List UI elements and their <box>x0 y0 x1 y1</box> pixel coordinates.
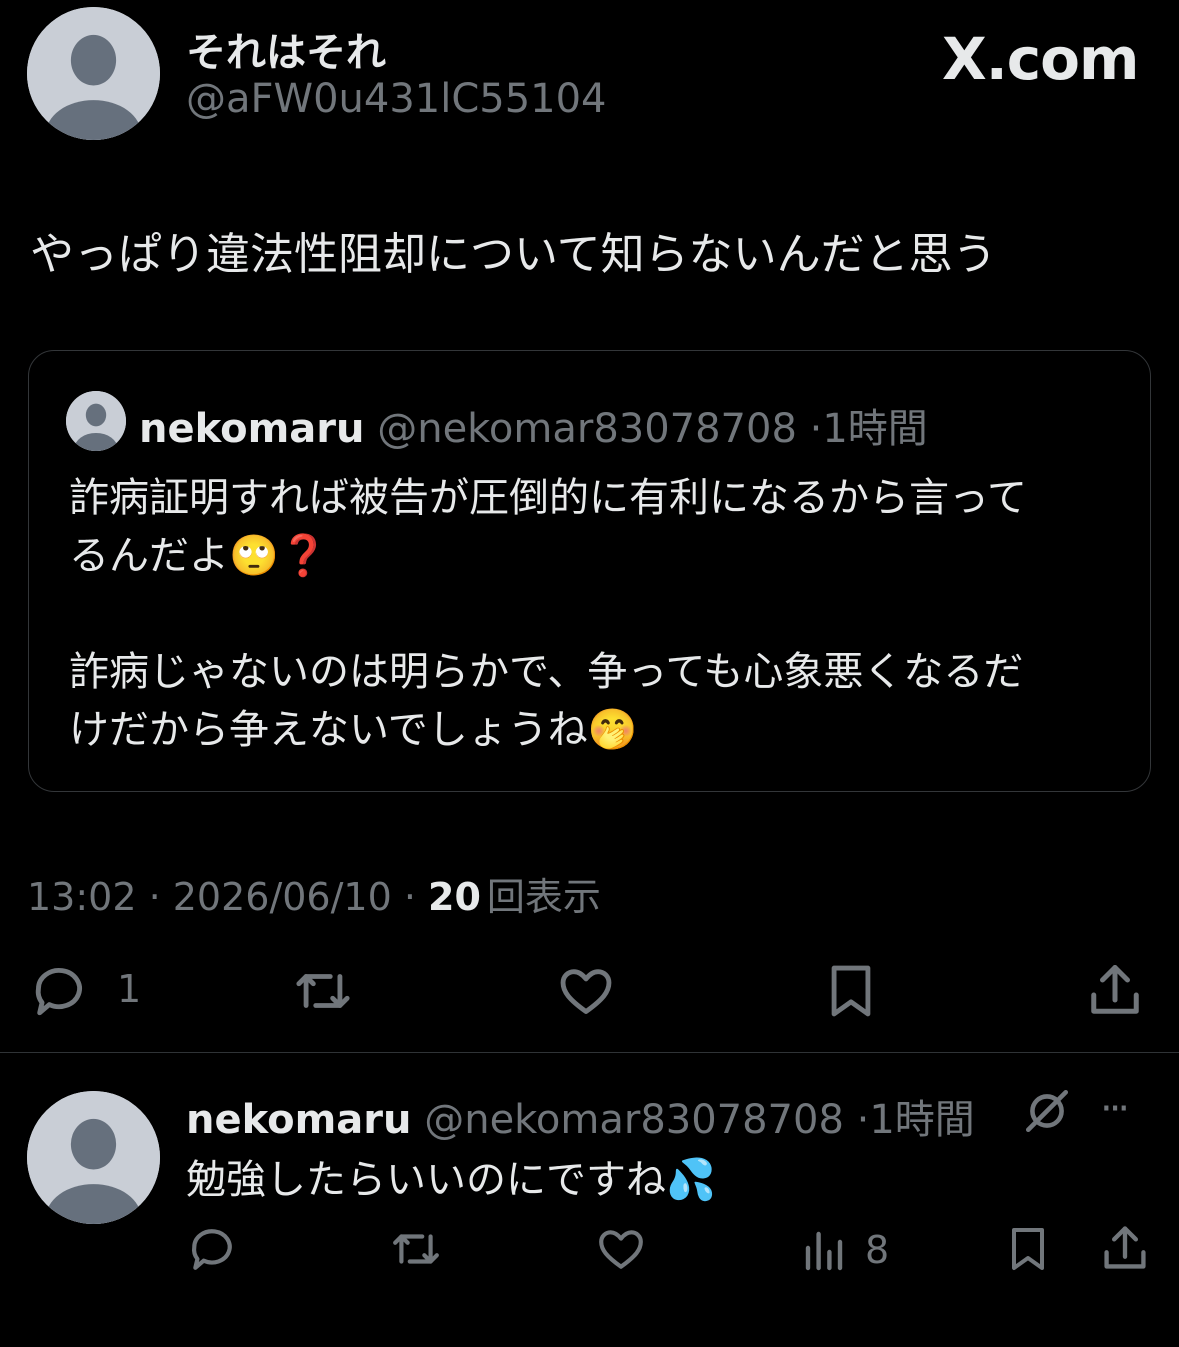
quoted-author-display-name[interactable]: nekomaru <box>139 406 365 452</box>
quoted-timestamp[interactable]: ·1時間 <box>810 406 928 452</box>
reply-share-button[interactable] <box>1099 1222 1151 1274</box>
default-avatar-icon <box>27 7 160 140</box>
views-icon <box>805 1231 843 1271</box>
reply-retweet-button[interactable] <box>386 1224 446 1274</box>
retweet-icon <box>296 974 350 1008</box>
quoted-text-line: 詐病じゃないのは明らかで、争っても心象悪くなるだ <box>69 649 1024 695</box>
quoted-tweet-text: 詐病証明すれば被告が圧倒的に有利になるから言って るんだよ🙄❓ 詐病じゃないのは… <box>69 469 1027 759</box>
reply-icon <box>35 968 82 1016</box>
quoted-text-line: るんだよ🙄❓ <box>69 533 329 579</box>
reply-author-handle[interactable]: @nekomar83078708 <box>424 1097 844 1143</box>
reply-timestamp[interactable]: ·1時間 <box>857 1097 975 1143</box>
share-icon <box>1091 965 1139 1014</box>
more-button[interactable]: ··· <box>1100 1086 1130 1132</box>
thread-divider <box>0 1052 1179 1053</box>
quoted-text-line: けだから争えないでしょうね🤭 <box>69 707 638 753</box>
author-display-name[interactable]: それはそれ <box>186 20 386 78</box>
reply-author-avatar[interactable] <box>27 1091 160 1224</box>
rolling-eyes-emoji: 🙄 <box>229 533 279 579</box>
author-handle[interactable]: @aFW0u431lC55104 <box>186 76 607 122</box>
x-brand-logo: X.com <box>942 25 1139 93</box>
bookmark-icon <box>1012 1228 1044 1270</box>
retweet-icon <box>393 1234 439 1264</box>
share-button[interactable] <box>1085 960 1145 1020</box>
view-count: 20 <box>428 875 481 919</box>
author-avatar[interactable] <box>27 7 160 140</box>
tweet-timestamp[interactable]: 13:02 · 2026/06/10 · <box>27 875 428 919</box>
reply-views-count: 8 <box>865 1228 890 1272</box>
hand-over-mouth-emoji: 🤭 <box>587 707 638 753</box>
reply-bookmark-button[interactable] <box>1004 1224 1052 1274</box>
quoted-tweet-card[interactable]: nekomaru @nekomar83078708 ·1時間 詐病証明すれば被告… <box>28 350 1151 792</box>
bookmark-icon <box>831 965 871 1017</box>
bookmark-button[interactable] <box>822 962 880 1020</box>
default-avatar-icon <box>66 391 126 451</box>
quoted-author-avatar[interactable] <box>66 391 126 451</box>
reply-tweet-text: 勉強したらいいのにですね💦 <box>186 1157 716 1203</box>
question-mark-emoji: ❓ <box>278 533 329 579</box>
like-icon <box>560 969 612 1014</box>
quoted-text-line: 詐病証明すれば被告が圧倒的に有利になるから言って <box>69 475 1027 521</box>
grok-icon <box>1025 1089 1069 1133</box>
sweat-droplets-emoji: 💦 <box>666 1157 716 1203</box>
reply-views-button[interactable] <box>800 1226 848 1274</box>
retweet-button[interactable] <box>288 962 358 1020</box>
reply-author-display-name[interactable]: nekomaru <box>186 1097 412 1143</box>
like-icon <box>599 1230 643 1269</box>
like-button[interactable] <box>555 962 617 1020</box>
tweet-meta: 13:02 · 2026/06/10 · 20 回表示 <box>27 866 601 921</box>
share-icon <box>1104 1226 1146 1269</box>
reply-icon <box>192 1229 232 1270</box>
reply-button[interactable] <box>28 962 90 1020</box>
view-label: 回表示 <box>486 875 601 919</box>
grok-button[interactable] <box>1020 1086 1074 1136</box>
reply-reply-button[interactable] <box>186 1224 238 1274</box>
tweet-text: やっぱり違法性阻却について知らないんだと思う <box>30 229 997 280</box>
default-avatar-icon <box>27 1091 160 1224</box>
reply-count: 1 <box>117 967 142 1011</box>
reply-like-button[interactable] <box>594 1224 648 1274</box>
quoted-author-handle[interactable]: @nekomar83078708 <box>377 406 797 452</box>
